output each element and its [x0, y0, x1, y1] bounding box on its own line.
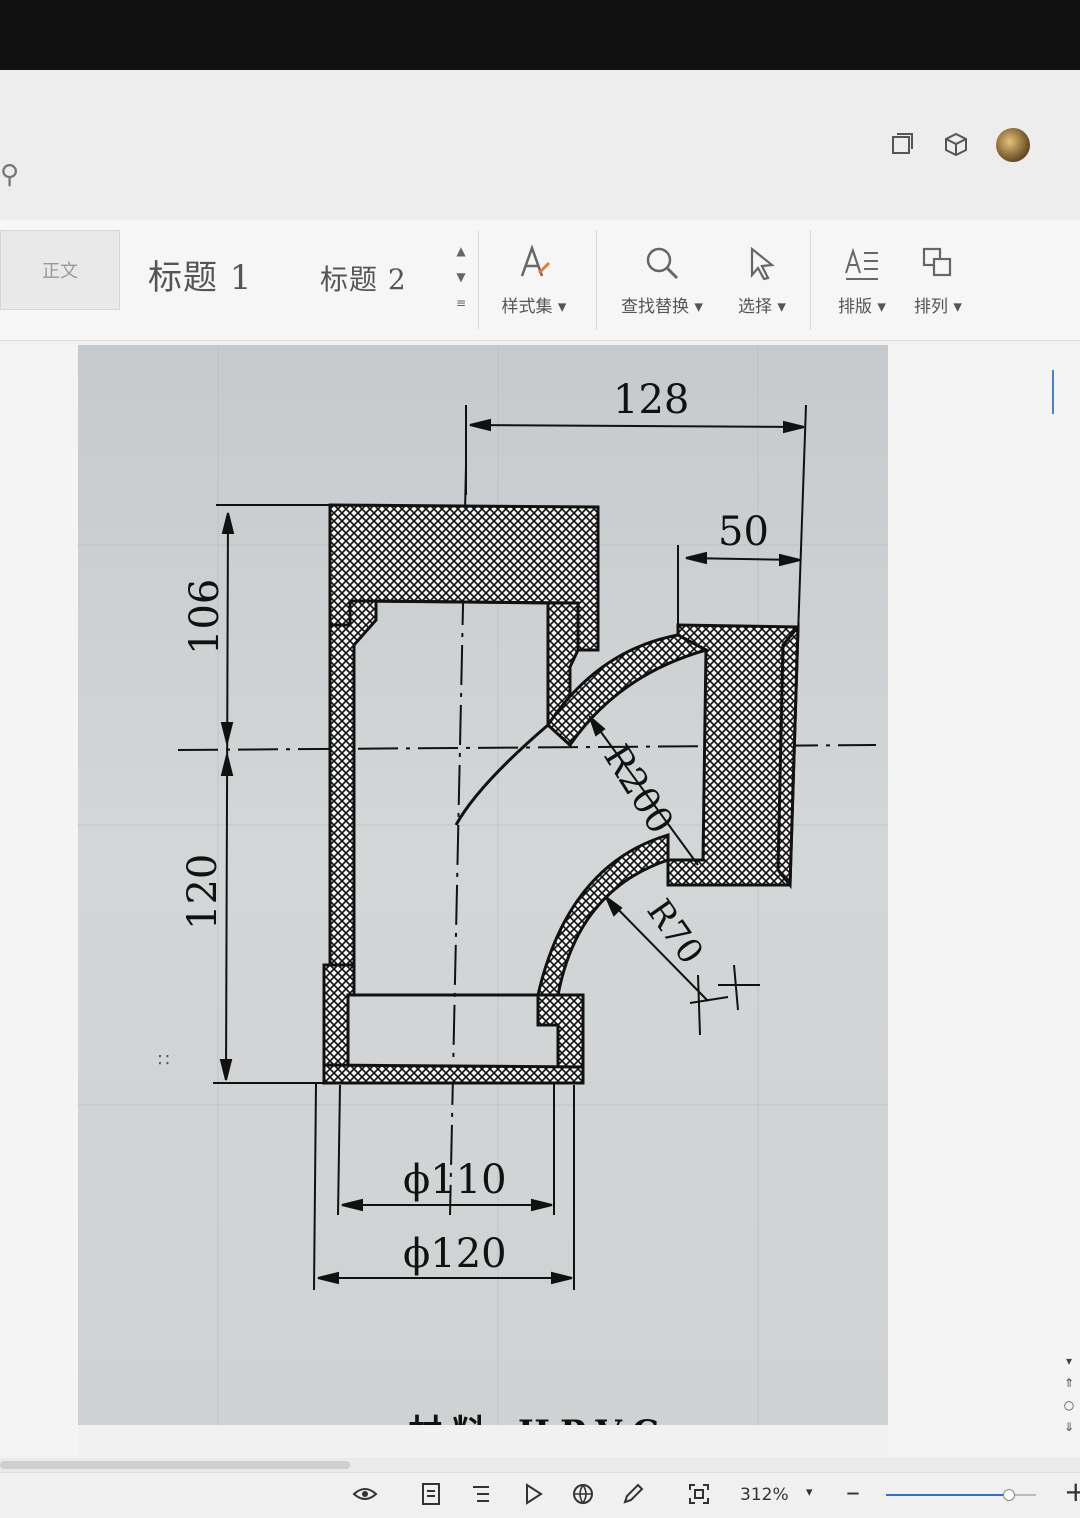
horizontal-scrollbar[interactable] [0, 1458, 1080, 1472]
typesetting-label: 排版 [838, 297, 873, 317]
fit-page-icon[interactable] [686, 1481, 712, 1507]
material-caption: 材料 HPVC [408, 1405, 669, 1425]
eye-icon[interactable] [352, 1481, 378, 1507]
document-page[interactable]: 128 50 106 120 R200 R70 ϕ110 ϕ120 材料 HPV… [78, 345, 888, 1425]
page-view-icon[interactable] [418, 1481, 444, 1507]
diameter-120: ϕ120 [403, 1231, 507, 1277]
chevron-down-icon[interactable]: ▼ [452, 264, 470, 290]
arrange-label: 排列 [914, 297, 949, 317]
ribbon-separator [596, 230, 597, 330]
diameter-110: ϕ110 [403, 1157, 507, 1203]
anchor-icon[interactable]: ∷ [158, 1050, 169, 1071]
text-cursor [1052, 370, 1054, 414]
play-icon[interactable] [520, 1481, 546, 1507]
dim-106: 106 [182, 579, 228, 655]
style-heading-1[interactable]: 标题 1 [148, 250, 252, 299]
style-set-label: 样式集 [501, 297, 553, 317]
find-replace-button[interactable]: 查找替换 ▾ [612, 238, 712, 317]
zoom-out-button[interactable]: – [846, 1475, 860, 1508]
select-label: 选择 [738, 297, 773, 317]
style-normal-label: 正文 [42, 261, 78, 282]
scroll-down-icon[interactable]: ▾ [1062, 1350, 1076, 1372]
radius-r200: R200 [595, 738, 681, 841]
ribbon-toolbar: 正文 标题 1 标题 2 ▲ ▼ ≡ 样式集 ▾ 查找替换 ▾ 选择 ▾ 排版 … [0, 220, 1080, 341]
page-marker-icon[interactable]: ○ [1062, 1394, 1076, 1416]
select-button[interactable]: 选择 ▾ [712, 238, 812, 317]
ribbon-separator [478, 230, 479, 330]
pen-icon[interactable] [620, 1481, 646, 1507]
window-mode-icon[interactable] [888, 130, 916, 158]
outline-view-icon[interactable] [468, 1481, 494, 1507]
style-normal[interactable]: 正文 [0, 230, 120, 310]
style-set-button[interactable]: 样式集 ▾ [484, 238, 584, 317]
chevron-up-icon[interactable]: ▲ [452, 238, 470, 264]
dim-50: 50 [718, 509, 769, 555]
find-replace-icon [612, 238, 712, 288]
zoom-slider-knob[interactable] [1002, 1489, 1015, 1501]
dim-128: 128 [613, 377, 689, 423]
dim-120: 120 [180, 854, 226, 930]
ribbon-separator [810, 230, 811, 330]
next-page-icon[interactable]: ⇓ [1062, 1416, 1076, 1438]
style-heading-2[interactable]: 标题 2 [320, 258, 407, 298]
web-view-icon[interactable] [570, 1481, 596, 1507]
select-cursor-icon [712, 238, 812, 288]
radius-r70: R70 [639, 892, 711, 971]
cube-icon[interactable] [942, 130, 970, 158]
app-window: ⚲ 正文 标题 1 标题 2 ▲ ▼ ≡ 样式集 ▾ 查找替换 ▾ 选择 ▾ 排… [0, 70, 1080, 1518]
zoom-slider-fill [886, 1494, 1008, 1496]
gallery-expand-icon[interactable]: ≡ [452, 290, 470, 316]
page-scroll-controls[interactable]: ▾ ⇑ ○ ⇓ [1062, 1350, 1076, 1438]
zoom-dropdown-icon[interactable]: ▾ [806, 1485, 813, 1500]
zoom-slider[interactable] [886, 1489, 1036, 1501]
prev-page-icon[interactable]: ⇑ [1062, 1372, 1076, 1394]
style-set-icon [484, 238, 584, 288]
arrange-button[interactable]: 排列 ▾ [888, 238, 988, 317]
style-gallery-scroll[interactable]: ▲ ▼ ≡ [452, 238, 470, 316]
zoom-level[interactable]: 312% [740, 1485, 789, 1505]
zoom-in-button[interactable]: + [1064, 1475, 1080, 1508]
pipe-tee-drawing: 128 50 106 120 R200 R70 ϕ110 ϕ120 [78, 345, 888, 1425]
document-margin-left [0, 345, 78, 1455]
title-bar: ⚲ [0, 70, 1080, 220]
find-replace-label: 查找替换 [621, 297, 690, 317]
document-margin-right [888, 345, 1080, 1455]
user-avatar[interactable] [996, 128, 1030, 162]
arrange-icon [888, 238, 988, 288]
scrollbar-thumb[interactable] [0, 1461, 350, 1469]
status-bar: 312% ▾ – + [0, 1472, 1080, 1518]
search-icon[interactable]: ⚲ [0, 160, 19, 190]
